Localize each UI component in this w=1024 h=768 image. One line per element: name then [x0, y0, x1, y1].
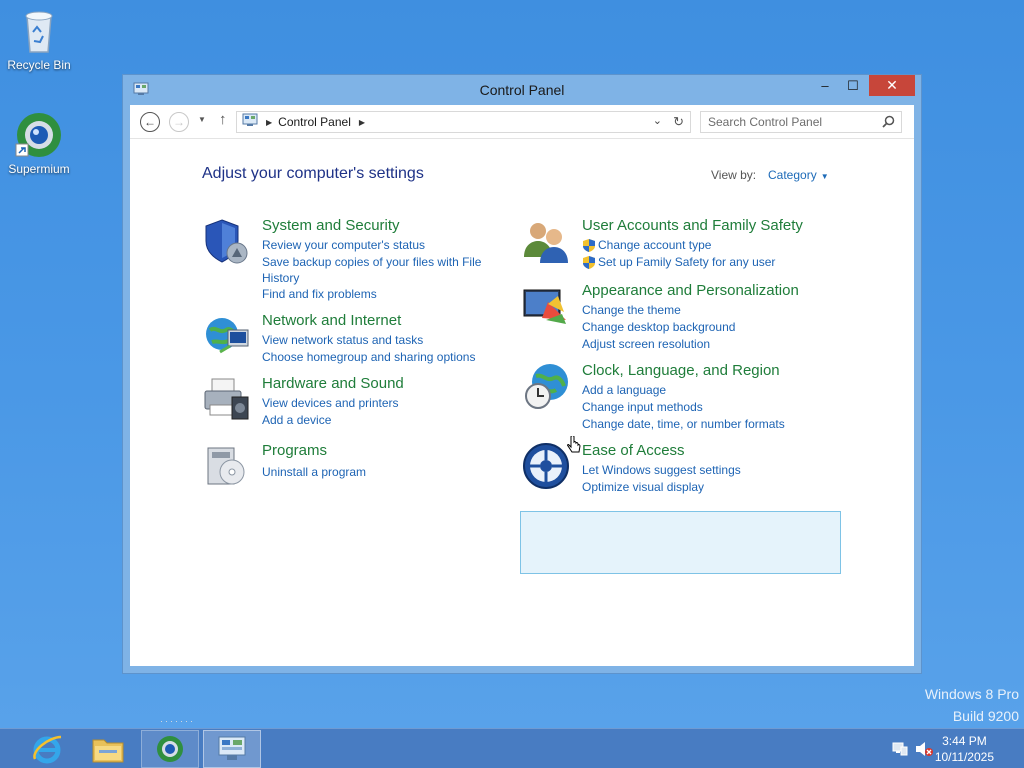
link-file-history[interactable]: Save backup copies of your files with Fi… — [262, 254, 502, 286]
content-area: Adjust your computer's settings View by:… — [130, 139, 914, 726]
printer-icon[interactable] — [202, 375, 250, 428]
search-input[interactable] — [701, 112, 871, 132]
category-title[interactable]: User Accounts and Family Safety — [582, 217, 803, 234]
link-windows-suggest[interactable]: Let Windows suggest settings — [582, 462, 741, 478]
desktop-icon-recycle-bin[interactable]: Recycle Bin — [1, 6, 77, 72]
taskbar: 3:44 PM 10/11/2025 — [0, 728, 1024, 768]
link-network-status[interactable]: View network status and tasks — [262, 332, 423, 348]
address-dropdown-icon[interactable]: ⌄ — [653, 114, 662, 127]
internet-explorer-icon — [33, 735, 62, 764]
link-change-account-type[interactable]: Change account type — [598, 237, 711, 253]
close-button[interactable]: ✕ — [869, 75, 915, 96]
globe-clock-icon[interactable] — [522, 362, 570, 415]
uac-shield-icon — [582, 255, 596, 275]
title-bar[interactable]: Control Panel ‒ ☐ ✕ — [123, 75, 921, 105]
maximize-button[interactable]: ☐ — [839, 75, 867, 96]
link-family-safety[interactable]: Set up Family Safety for any user — [598, 254, 775, 270]
category-title[interactable]: Programs — [262, 442, 327, 459]
category-title[interactable]: Appearance and Personalization — [582, 282, 799, 299]
control-panel-window: Control Panel ‒ ☐ ✕ ← → ▼ ↑ ▶ Control Pa… — [122, 74, 922, 726]
page-title: Adjust your computer's settings — [202, 165, 424, 182]
link-review-status[interactable]: Review your computer's status — [262, 237, 425, 253]
network-icon[interactable] — [202, 312, 250, 365]
taskbar-clock[interactable]: 3:44 PM 10/11/2025 — [935, 733, 994, 765]
back-arrow-icon[interactable]: ← — [140, 112, 160, 132]
ease-of-access-icon[interactable] — [522, 442, 570, 495]
link-find-fix-problems[interactable]: Find and fix problems — [262, 286, 377, 302]
display-icon[interactable] — [522, 282, 570, 335]
navigation-bar: ← → ▼ ↑ ▶ Control Panel ▶ ⌄ ↻ — [130, 105, 914, 139]
breadcrumb-separator-icon[interactable]: ▶ — [266, 118, 272, 127]
breadcrumb-control-panel[interactable]: Control Panel — [278, 115, 351, 129]
clock-date: 10/11/2025 — [934, 750, 994, 764]
clock-time: 3:44 PM — [942, 734, 987, 748]
control-panel-icon — [242, 113, 258, 132]
volume-muted-icon[interactable] — [915, 741, 933, 762]
programs-icon[interactable] — [202, 442, 250, 495]
refresh-icon[interactable]: ↻ — [673, 114, 684, 130]
hover-highlight — [520, 511, 841, 574]
control-panel-icon — [218, 736, 246, 760]
file-explorer-icon — [92, 739, 124, 763]
view-by-dropdown[interactable]: Category ▼ — [768, 168, 829, 182]
link-desktop-background[interactable]: Change desktop background — [582, 319, 735, 335]
taskbar-supermium[interactable] — [141, 730, 199, 768]
users-icon[interactable] — [522, 217, 570, 270]
category-title[interactable]: Ease of Access — [582, 442, 685, 459]
link-add-language[interactable]: Add a language — [582, 382, 666, 398]
link-change-theme[interactable]: Change the theme — [582, 302, 681, 318]
supermium-icon — [15, 113, 61, 157]
link-screen-resolution[interactable]: Adjust screen resolution — [582, 336, 710, 352]
resize-grip[interactable]: ······· — [160, 716, 195, 726]
category-title[interactable]: Clock, Language, and Region — [582, 362, 780, 379]
link-date-time-formats[interactable]: Change date, time, or number formats — [582, 416, 785, 432]
category-title[interactable]: System and Security — [262, 217, 400, 234]
edition-watermark: Windows 8 Pro — [924, 686, 1019, 702]
supermium-icon — [157, 736, 183, 762]
shield-icon[interactable] — [202, 217, 250, 270]
category-title[interactable]: Hardware and Sound — [262, 375, 404, 392]
taskbar-file-explorer[interactable] — [79, 730, 137, 768]
link-add-device[interactable]: Add a device — [262, 412, 331, 428]
address-bar[interactable]: ▶ Control Panel ▶ ⌄ ↻ — [236, 111, 691, 133]
desktop-icon-label: Supermium — [8, 162, 70, 176]
hand-cursor-icon — [567, 435, 581, 461]
view-by-value: Category — [768, 168, 817, 182]
breadcrumb-separator-icon[interactable]: ▶ — [359, 118, 365, 127]
taskbar-internet-explorer[interactable] — [18, 730, 76, 768]
forward-arrow-icon[interactable]: → — [169, 112, 189, 132]
recycle-bin-icon — [25, 11, 53, 53]
category-title[interactable]: Network and Internet — [262, 312, 401, 329]
link-uninstall-program[interactable]: Uninstall a program — [262, 464, 366, 480]
desktop-icon-supermium[interactable]: Supermium — [1, 110, 77, 176]
search-box — [700, 111, 902, 133]
minimize-button[interactable]: ‒ — [811, 75, 839, 96]
link-devices-printers[interactable]: View devices and printers — [262, 395, 399, 411]
search-icon[interactable] — [882, 115, 895, 133]
recent-locations-chevron-icon[interactable]: ▼ — [198, 115, 206, 124]
window-title: Control Panel — [479, 82, 565, 98]
link-optimize-display[interactable]: Optimize visual display — [582, 479, 704, 495]
desktop-icon-label: Recycle Bin — [7, 58, 71, 72]
network-tray-icon[interactable] — [892, 741, 908, 762]
taskbar-control-panel[interactable] — [203, 730, 261, 768]
view-by-label: View by: — [711, 168, 757, 182]
up-arrow-icon[interactable]: ↑ — [219, 111, 227, 128]
chevron-down-icon: ▼ — [820, 172, 829, 181]
link-input-methods[interactable]: Change input methods — [582, 399, 703, 415]
build-watermark: Build 9200 — [952, 708, 1019, 724]
link-homegroup[interactable]: Choose homegroup and sharing options — [262, 349, 475, 365]
